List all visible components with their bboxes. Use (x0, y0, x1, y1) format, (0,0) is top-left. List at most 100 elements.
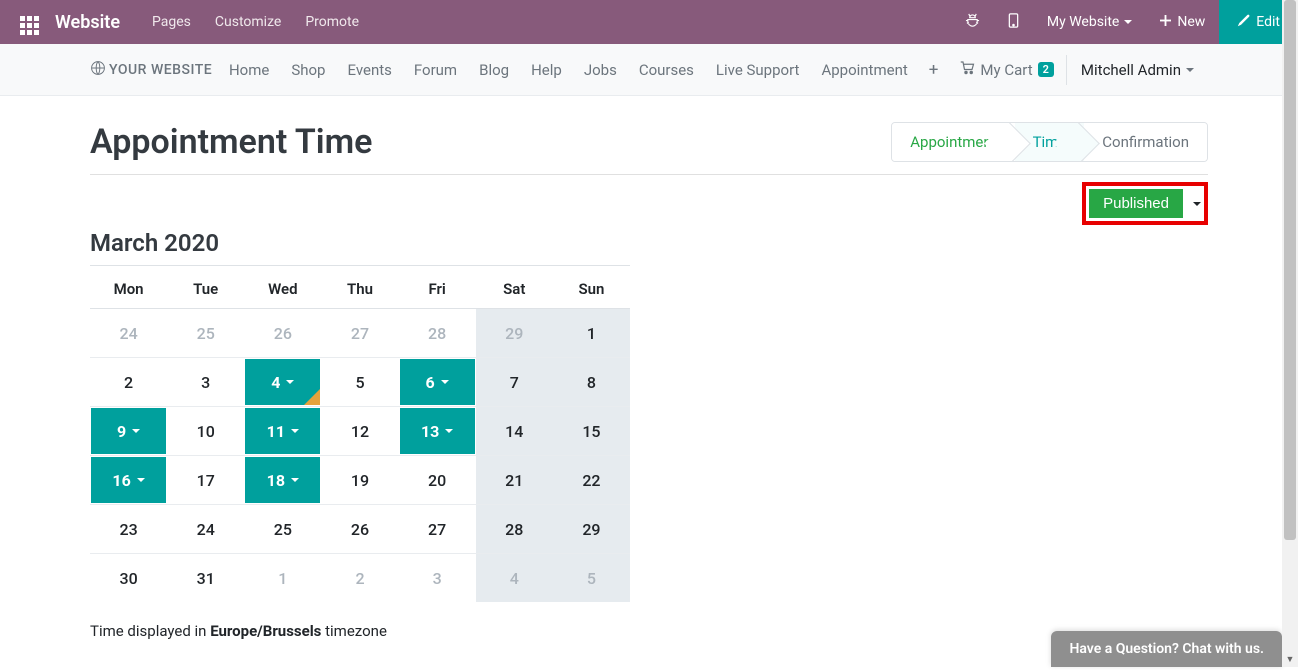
day-number: 24 (197, 520, 215, 539)
day-number: 23 (119, 520, 137, 539)
vertical-scrollbar[interactable]: ▲ ▼ (1282, 0, 1298, 667)
new-label: New (1177, 14, 1205, 30)
chevron-down-icon (132, 429, 140, 433)
topbar-menu-pages[interactable]: Pages (140, 0, 203, 44)
wizard-step-appointment[interactable]: Appointment (892, 123, 1014, 161)
day-number: 26 (274, 324, 292, 343)
day-number: 3 (201, 373, 210, 392)
calendar-day: 23 (90, 505, 167, 553)
day-number: 9 (117, 422, 126, 441)
day-number: 15 (582, 422, 600, 441)
calendar-day: 3 (167, 358, 244, 406)
calendar-day: 24 (167, 505, 244, 553)
day-number: 29 (582, 520, 600, 539)
calendar-day-available[interactable]: 9 (90, 407, 167, 455)
nav-events[interactable]: Events (336, 61, 402, 79)
calendar-day-available[interactable]: 6 (399, 358, 476, 406)
day-number: 29 (505, 324, 523, 343)
day-number: 1 (278, 569, 287, 588)
calendar-day: 29 (553, 505, 630, 553)
chevron-down-icon (1124, 20, 1132, 24)
topbar: Website Pages Customize Promote My Websi… (0, 0, 1298, 44)
calendar-day: 26 (321, 505, 398, 553)
day-number: 16 (112, 471, 130, 490)
cart-icon (960, 61, 975, 79)
calendar-day: 3 (399, 554, 476, 602)
cart-label: My Cart (980, 61, 1032, 79)
topbar-menu-customize[interactable]: Customize (203, 0, 293, 44)
site-logo[interactable]: YOUR WEBSITE (90, 60, 212, 80)
calendar-day: 22 (553, 456, 630, 504)
day-number: 21 (505, 471, 523, 490)
day-number: 30 (119, 569, 137, 588)
my-website-dropdown[interactable]: My Website (1033, 14, 1146, 30)
nav-appointment[interactable]: Appointment (810, 61, 918, 79)
topbar-brand[interactable]: Website (49, 12, 140, 33)
apps-icon[interactable] (10, 9, 49, 35)
pencil-icon (1237, 14, 1250, 31)
calendar-day: 28 (399, 309, 476, 357)
day-number: 19 (351, 471, 369, 490)
day-number: 28 (428, 324, 446, 343)
calendar-day-available[interactable]: 16 (90, 456, 167, 504)
day-number: 7 (510, 373, 519, 392)
user-name: Mitchell Admin (1081, 61, 1181, 79)
published-label: Published (1103, 195, 1169, 212)
calendar-day-available[interactable]: 11 (244, 407, 321, 455)
calendar-day-available[interactable]: 18 (244, 456, 321, 504)
chevron-down-icon[interactable] (1193, 202, 1201, 206)
calendar-row: 23242526272829 (90, 505, 630, 554)
day-number: 5 (587, 569, 596, 588)
weekday-sun: Sun (553, 266, 630, 308)
nav-live-support[interactable]: Live Support (705, 61, 811, 79)
my-website-label: My Website (1047, 14, 1119, 30)
nav-forum[interactable]: Forum (403, 61, 468, 79)
calendar-day-available[interactable]: 4 (244, 358, 321, 406)
add-page-icon[interactable]: + (919, 60, 949, 80)
calendar-day: 14 (476, 407, 553, 455)
nav-home[interactable]: Home (218, 61, 280, 79)
calendar-header: Mon Tue Wed Thu Fri Sat Sun (90, 266, 630, 308)
day-number: 10 (197, 422, 215, 441)
bug-icon[interactable] (951, 13, 994, 32)
day-number: 12 (351, 422, 369, 441)
user-menu[interactable]: Mitchell Admin (1067, 61, 1208, 79)
nav-blog[interactable]: Blog (468, 61, 520, 79)
site-logo-text: YOUR WEBSITE (109, 62, 212, 78)
nav-help[interactable]: Help (520, 61, 573, 79)
topbar-menu-promote[interactable]: Promote (293, 0, 371, 44)
chevron-down-icon (137, 478, 145, 482)
calendar-day: 19 (321, 456, 398, 504)
new-button[interactable]: New (1146, 14, 1219, 30)
nav-shop[interactable]: Shop (280, 61, 336, 79)
calendar-day: 12 (321, 407, 398, 455)
calendar-day: 30 (90, 554, 167, 602)
tz-value: Europe/Brussels (210, 622, 321, 640)
weekday-mon: Mon (90, 266, 167, 308)
topbar-right: My Website New Edit (951, 0, 1298, 44)
cart-link[interactable]: My Cart 2 (948, 55, 1067, 85)
calendar-day: 10 (167, 407, 244, 455)
edit-label: Edit (1256, 14, 1280, 30)
day-number: 26 (351, 520, 369, 539)
published-button[interactable]: Published (1089, 189, 1183, 218)
scroll-thumb[interactable] (1284, 0, 1296, 540)
mobile-icon[interactable] (994, 13, 1033, 32)
calendar-day: 27 (399, 505, 476, 553)
day-number: 13 (421, 422, 439, 441)
published-highlight: Published (1082, 182, 1208, 225)
site-nav: Home Shop Events Forum Blog Help Jobs Co… (218, 55, 1298, 85)
weekday-wed: Wed (244, 266, 321, 308)
plus-icon (1160, 14, 1171, 30)
nav-jobs[interactable]: Jobs (573, 61, 628, 79)
calendar-day: 26 (244, 309, 321, 357)
calendar-day-available[interactable]: 13 (399, 407, 476, 455)
scroll-down-icon[interactable]: ▼ (1282, 651, 1298, 667)
day-number: 5 (355, 373, 364, 392)
day-number: 25 (274, 520, 292, 539)
nav-courses[interactable]: Courses (628, 61, 705, 79)
day-number: 27 (428, 520, 446, 539)
calendar-day: 2 (90, 358, 167, 406)
calendar-day: 25 (244, 505, 321, 553)
chat-widget[interactable]: Have a Question? Chat with us. (1051, 631, 1282, 667)
